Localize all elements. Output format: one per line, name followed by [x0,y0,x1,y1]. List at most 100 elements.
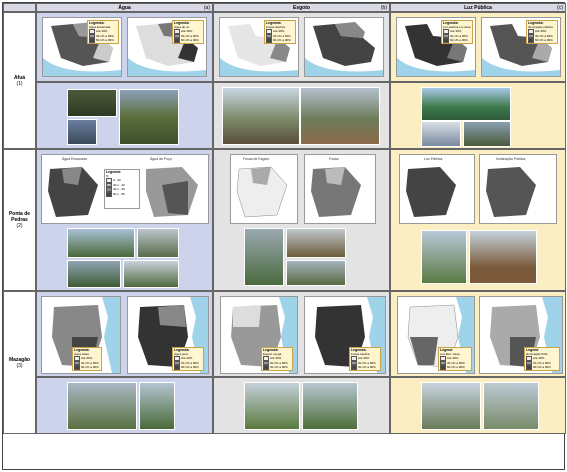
afua-luz-maps: Legenda: Luz elétrica em casa Até 30% 30… [390,12,566,82]
legend-sub: Luz Elét. Casa [440,351,460,356]
photo [421,121,461,147]
photo [67,89,117,117]
legend-maz-esg2: Legenda: Fossa séptica Até 30% 30,1% a 6… [349,347,381,371]
row-num-mazagao: (3) [16,362,23,369]
row-num-afua: (1) [16,80,23,87]
legend-title: Legenda [106,170,121,174]
map-shape [486,167,536,217]
afua-luz-photos [390,82,566,149]
col-header-luz: Luz Pública (c) [390,3,566,12]
legend-item: 30,1% a 60% [450,33,468,38]
col-header-agua: Água (a) [36,3,213,12]
map-afua-agua-rio: Legenda: Água de rio Até 30% 30,1% a 60%… [127,17,207,77]
legend-item: 60,1% a 90% [450,38,468,43]
legend-item: 30,1% a 60% [96,33,114,38]
map-ponta-esgoto2: Fossa [304,154,376,224]
legend-item: Até 30% [270,356,282,361]
legend-sub: Água poço [174,351,189,356]
photo [123,260,179,288]
legend-afua-esg1: Legenda: Fossa Séptica Até 30% 30,1% a 6… [264,20,296,44]
afua-esgoto-maps: Legenda: Fossa Séptica Até 30% 30,1% a 6… [213,12,390,82]
legend-item: 30,1% a 60% [81,360,99,365]
afua-agua-photos [36,82,213,149]
map-title: Fossa [329,157,339,161]
legend-item: Até 30% [450,29,462,34]
legend-item: 30,1% a 60% [535,33,553,38]
legend-sub: Iluminação Públ. [526,351,549,356]
mazagao-luz-maps: Legend Luz Elét. Casa Até 30% 30,1% a 60… [390,291,566,377]
legend-sub: Água de rio [174,24,190,29]
map-shape [311,167,361,217]
afua-agua-maps: Legenda: Água Encanada Até 30% 30,1% a 6… [36,12,213,82]
legend-item: 60,1% a 90% [447,365,465,370]
map-shape [236,166,288,218]
legend-item: 40,1 - 60 [113,187,125,192]
legend-item: 60,1% a 90% [535,38,553,43]
ponta-luz-panel: Luz Elétrica Iluminação Pública [390,149,566,291]
photo [300,87,380,145]
legend-item: 60,1% a 90% [181,38,199,43]
figure-table: Água (a) Esgoto (b) Luz Pública (c) Afuá (1… [2,2,566,470]
legend-item: 30,1% a 60% [447,360,465,365]
row-num-ponta: (2) [16,223,23,229]
col-title-luz: Luz Pública [464,5,492,11]
legend-item: 30,1% a 60% [270,360,288,365]
legend-item: 60,1% a 90% [358,365,376,370]
map-title: Fossa de Esgoto [243,157,270,161]
corner-cell [3,3,36,12]
ponta-agua-panel: Água Encanada Água de Poço Legenda % 0 -… [36,149,213,291]
legend-item: 60,1% a 90% [81,365,99,370]
legend-item: Até 30% [181,29,193,34]
legend-item: 60,1% a 90% [273,38,291,43]
map-mazagao-luz1: Legend Luz Elét. Casa Até 30% 30,1% a 60… [397,296,475,374]
photo [139,382,175,430]
legend-maz-luz2: Legend Iluminação Públ. Até 30% 30,1% a … [524,347,560,371]
legend-item: Até 30% [533,356,545,361]
mazagao-agua-photos [36,377,213,434]
legend-item: 60,1% a 90% [96,38,114,43]
legend-maz-esg1: Legenda: Esgoto na lga Até 30% 30,1% a 6… [261,347,293,371]
mazagao-esgoto-photos [213,377,390,434]
map-afua-esgoto-fossa: Legenda: Fossa Séptica Até 30% 30,1% a 6… [219,17,299,77]
legend-afua-agua2: Legenda: Água de rio Até 30% 30,1% a 60%… [172,20,204,44]
ponta-esgoto-panel: Fossa de Esgoto Fossa [213,149,390,291]
legend-sub: Água Encanada [89,24,111,29]
photo [67,260,121,288]
legend-sub: Fossa Séptica [266,24,286,29]
legend-item: 60,1% a 90% [181,365,199,370]
map-afua-esgoto-2 [304,17,384,77]
map-shape [406,167,456,217]
col-tag-agua: (a) [203,5,210,11]
row-label-mazagao: Mazagão (3) [3,291,36,434]
map-title: Iluminação Pública [496,157,526,161]
photo [244,382,300,430]
map-shape [305,22,383,76]
photo [286,260,346,286]
photo [421,382,481,430]
legend-maz-agua1: Legenda: Água Casa Até 30% 30,1% a 60% 6… [72,347,102,371]
legend-maz-luz1: Legend Luz Elét. Casa Até 30% 30,1% a 60… [438,347,472,371]
map-title: Água de Poço [150,157,172,161]
photo [469,230,537,284]
map-mazagao-esgoto1: Legenda: Esgoto na lga Até 30% 30,1% a 6… [220,296,298,374]
mazagao-esgoto-maps: Legenda: Esgoto na lga Até 30% 30,1% a 6… [213,291,390,377]
legend-item: Até 30% [273,29,285,34]
afua-esgoto-photos [213,82,390,149]
legend-item: 60,1% a 90% [270,365,288,370]
legend-item: Até 30% [535,29,547,34]
map-ponta-luz1: Luz Elétrica [399,154,475,224]
col-title-esgoto: Esgoto [293,5,310,11]
photo [222,87,300,145]
mazagao-luz-photos [390,377,566,434]
legend-item: 30,1% a 60% [533,360,551,365]
col-tag-esgoto: (b) [380,5,387,11]
col-title-agua: Água [118,5,131,11]
photo [421,230,467,284]
legend-item: 30,1% a 60% [273,33,291,38]
map-title: Luz Elétrica [424,157,443,161]
map-title: Água Encanada [62,157,87,161]
photo [286,228,346,258]
legend-item: 30,1% a 60% [358,360,376,365]
map-mazagao-agua2: Legenda: Água poço Até 30% 30,1% a 60% 6… [127,296,209,374]
photo [67,228,135,258]
